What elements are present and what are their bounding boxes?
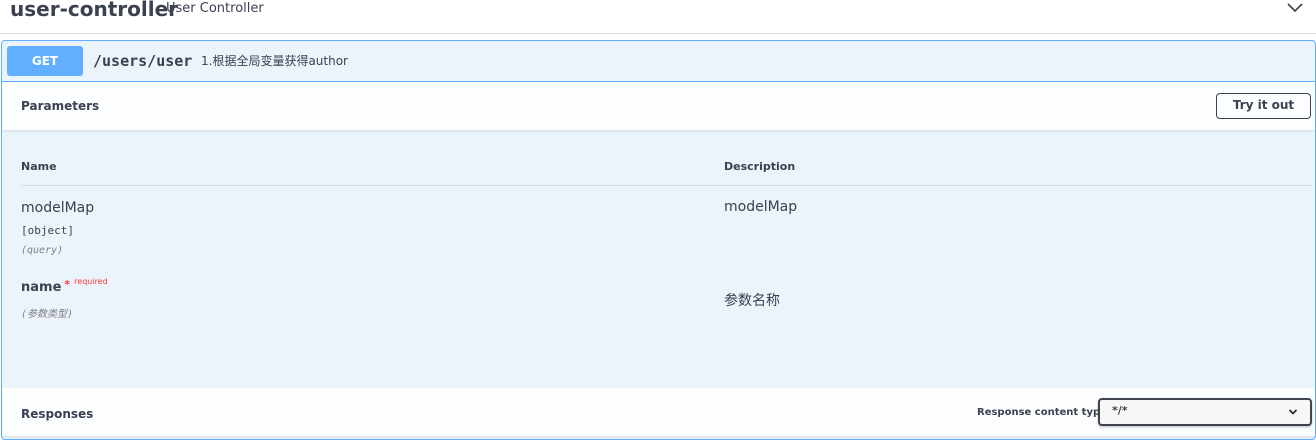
param-in-modelmap: (query) [21, 245, 64, 256]
responses-title: Responses [21, 407, 94, 421]
operation-summary-text: 1.根据全局变量获得author [201, 54, 348, 68]
param-name-text: name [21, 280, 62, 295]
param-type-modelmap: [object] [21, 224, 74, 237]
tag-header[interactable]: user-controller User Controller [0, 0, 1316, 34]
responses-header: Responses Response content type */* [2, 388, 1315, 436]
required-star: * [64, 278, 71, 291]
operation-block: GET /users/user 1.根据全局变量获得author Paramet… [1, 40, 1316, 440]
operation-path: /users/user [93, 52, 193, 70]
param-in-name: (参数类型) [21, 309, 74, 320]
chevron-down-icon[interactable] [1284, 0, 1306, 18]
param-name-modelmap: modelMap [21, 200, 95, 216]
response-content-type-select[interactable]: */* [1098, 398, 1312, 426]
parameters-title: Parameters [21, 99, 100, 113]
column-header-name: Name [21, 160, 57, 173]
param-description-modelmap: modelMap [724, 199, 798, 215]
column-header-description: Description [724, 160, 796, 173]
try-it-out-button[interactable]: Try it out [1216, 93, 1311, 119]
response-content-type-value: */* [1112, 404, 1128, 417]
http-method-badge: GET [7, 46, 83, 76]
tag-description: User Controller [166, 1, 264, 16]
operation-summary[interactable]: GET /users/user 1.根据全局变量获得author [2, 41, 1315, 82]
param-name-name: name * required [21, 277, 108, 298]
required-label: required [74, 277, 108, 286]
param-description-name: 参数名称 [724, 293, 780, 309]
response-content-type-label: Response content type [977, 407, 1107, 418]
header-divider [21, 185, 1312, 186]
tag-name[interactable]: user-controller [10, 0, 178, 21]
parameters-header: Parameters Try it out [2, 82, 1315, 130]
chevron-down-icon [1288, 409, 1298, 415]
